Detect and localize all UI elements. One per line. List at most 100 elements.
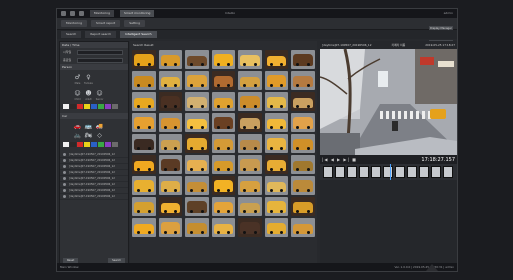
result-thumbnail[interactable] [132,197,156,216]
result-thumbnail[interactable] [291,197,315,216]
result-thumbnail[interactable] [238,71,262,90]
car-icon[interactable]: 🚗 [72,123,83,131]
vehicle-color-swatch[interactable] [84,142,90,147]
result-thumbnail[interactable] [291,218,315,237]
vehicle-color-swatch[interactable] [91,142,97,147]
setting-button[interactable]: Setting [124,20,145,27]
person-color-swatch[interactable] [63,104,69,109]
result-thumbnail[interactable] [185,92,209,111]
result-thumbnail[interactable] [211,71,235,90]
other-vehicle-icon[interactable]: ◇ [94,132,105,140]
person-color-swatch[interactable] [91,104,97,109]
result-thumbnail[interactable] [211,197,235,216]
result-thumbnail[interactable] [132,71,156,90]
result-thumbnail[interactable] [132,218,156,237]
result-thumbnail[interactable] [238,134,262,153]
timeline-frame[interactable] [335,166,345,178]
result-thumbnail[interactable] [185,218,209,237]
result-thumbnail[interactable] [211,134,235,153]
result-thumbnail[interactable] [211,155,235,174]
tab-monitoring[interactable]: Monitoring [90,10,115,17]
to-date-field[interactable] [77,57,123,63]
truck-icon[interactable]: 🚚 [94,123,105,131]
home-icon[interactable] [70,11,75,16]
result-thumbnail[interactable] [238,113,262,132]
result-thumbnail[interactable] [264,218,288,237]
result-thumbnail[interactable] [185,155,209,174]
result-thumbnail[interactable] [185,50,209,69]
result-thumbnail[interactable] [291,113,315,132]
result-thumbnail[interactable] [238,218,262,237]
result-thumbnail[interactable] [158,113,182,132]
person-color-swatch[interactable] [77,104,83,109]
result-thumbnail[interactable] [132,50,156,69]
result-thumbnail[interactable] [238,155,262,174]
timeline-frame[interactable] [431,166,441,178]
result-thumbnail[interactable] [158,134,182,153]
vehicle-color-swatch[interactable] [98,142,104,147]
result-thumbnail[interactable] [211,92,235,111]
result-thumbnail[interactable] [158,155,182,174]
result-thumbnail[interactable] [211,176,235,195]
camera-list-item[interactable]: [daytime]07-190507_20190506_12 [60,194,128,200]
vehicle-color-swatch[interactable] [70,142,76,147]
bicycle-icon[interactable]: 🚲 [72,132,83,140]
result-thumbnail[interactable] [291,134,315,153]
result-thumbnail[interactable] [238,92,262,111]
result-thumbnail[interactable] [185,176,209,195]
result-thumbnail[interactable] [185,113,209,132]
result-thumbnail[interactable] [238,197,262,216]
result-thumbnail[interactable] [264,134,288,153]
tab-smart-monitoring[interactable]: Smart monitoring [120,10,155,17]
result-thumbnail[interactable] [158,197,182,216]
playback-controls[interactable]: |◀ ◀ ▶ ▶| ■ [322,157,357,162]
timeline-strip[interactable] [320,164,457,180]
result-thumbnail[interactable] [238,50,262,69]
result-thumbnail[interactable] [158,71,182,90]
female-icon[interactable]: ♀ [83,74,94,82]
adult-icon[interactable]: ☻ [83,90,94,98]
timeline-frame[interactable] [323,166,333,178]
result-thumbnail[interactable] [264,50,288,69]
person-color-swatch[interactable] [112,104,118,109]
result-thumbnail[interactable] [132,113,156,132]
result-thumbnail[interactable] [291,176,315,195]
folder-icon[interactable] [79,11,84,16]
monitoring-button[interactable]: Monitoring [61,20,88,27]
from-date-field[interactable] [77,49,123,55]
result-thumbnail[interactable] [264,155,288,174]
timeline-frame[interactable] [383,166,393,178]
male-icon[interactable]: ♂ [72,74,83,82]
result-thumbnail[interactable] [158,92,182,111]
smart-report-button[interactable]: Smart report [91,20,121,27]
timeline-frame[interactable] [395,166,405,178]
timeline-cursor[interactable] [390,164,391,180]
result-thumbnail[interactable] [264,71,288,90]
person-color-swatch[interactable] [84,104,90,109]
result-thumbnail[interactable] [264,113,288,132]
street-video-frame[interactable] [320,49,457,155]
timeline-frame[interactable] [371,166,381,178]
result-thumbnail[interactable] [238,176,262,195]
vehicle-color-swatch[interactable] [105,142,111,147]
person-color-swatch[interactable] [70,104,76,109]
timeline-frame[interactable] [359,166,369,178]
result-thumbnail[interactable] [211,113,235,132]
timeline-frame[interactable] [443,166,453,178]
result-thumbnail[interactable] [132,134,156,153]
person-color-swatch[interactable] [98,104,104,109]
result-thumbnail[interactable] [291,155,315,174]
result-thumbnail[interactable] [264,176,288,195]
result-thumbnail[interactable] [132,155,156,174]
tab-report-search[interactable]: Report search [85,31,117,38]
result-thumbnail[interactable] [158,50,182,69]
result-thumbnail[interactable] [291,92,315,111]
result-thumbnail[interactable] [158,218,182,237]
result-thumbnail[interactable] [185,134,209,153]
result-thumbnail[interactable] [132,176,156,195]
result-thumbnail[interactable] [185,71,209,90]
result-thumbnail[interactable] [211,218,235,237]
timeline-frame[interactable] [419,166,429,178]
result-thumbnail[interactable] [158,176,182,195]
vehicle-color-swatch[interactable] [112,142,118,147]
